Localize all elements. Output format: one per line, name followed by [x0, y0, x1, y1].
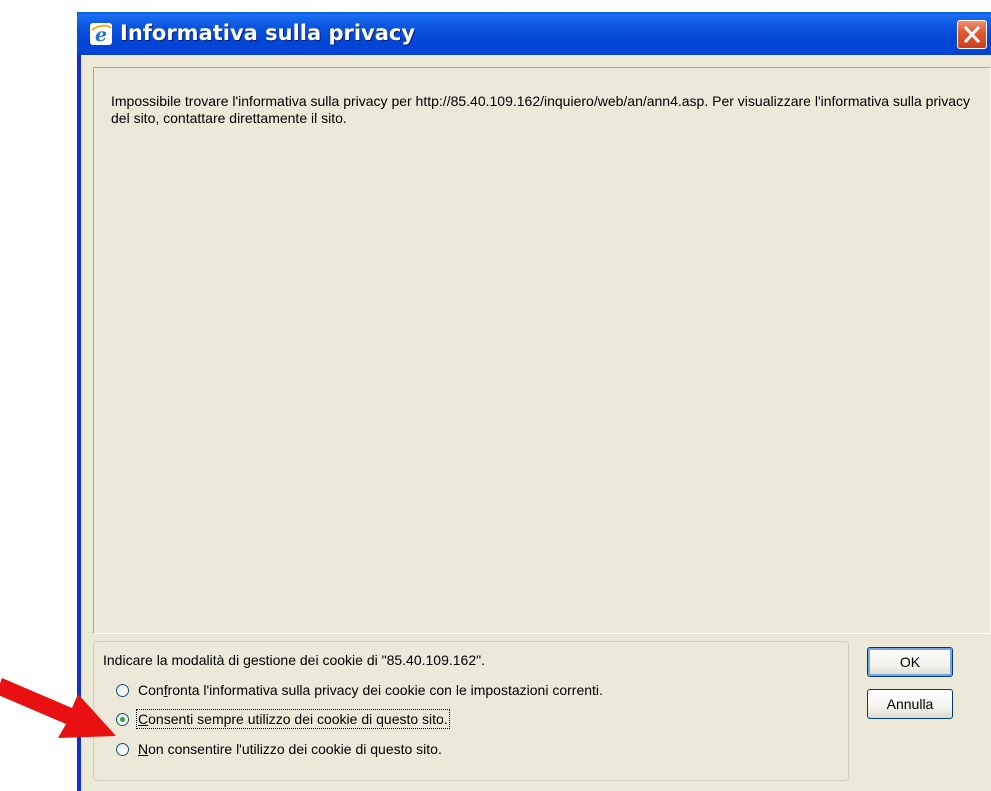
radio-label-compare-rest: l'informativa sulla privacy dei cookie c…	[199, 682, 603, 698]
radio-label-compare: Confronta l'informativa sulla privacy de…	[138, 682, 603, 698]
radio-compare-policy[interactable]: Confronta l'informativa sulla privacy de…	[116, 679, 603, 701]
close-button[interactable]	[957, 20, 987, 49]
radio-label-never-allow: Non consentire l'utilizzo dei cookie di …	[138, 741, 442, 757]
cookie-prompt-label: Indicare la modalità di gestione dei coo…	[103, 652, 485, 668]
title-bar[interactable]: e Informativa sulla privacy	[77, 12, 991, 55]
privacy-statement-panel[interactable]: Impossibile trovare l'informativa sulla …	[93, 67, 991, 634]
radio-never-allow[interactable]: Non consentire l'utilizzo dei cookie di …	[116, 738, 442, 760]
close-icon	[963, 25, 981, 44]
privacy-message: Impossibile trovare l'informativa sulla …	[111, 93, 970, 126]
dialog-body: Impossibile trovare l'informativa sulla …	[81, 55, 991, 791]
cancel-button[interactable]: Annulla	[867, 689, 953, 719]
radio-always-allow[interactable]: Consenti sempre utilizzo dei cookie di q…	[116, 708, 450, 730]
privacy-dialog-window: e Informativa sulla privacy Impossibile …	[77, 12, 991, 791]
radio-label-always-allow: Consenti sempre utilizzo dei cookie di q…	[136, 709, 450, 729]
window-title: Informativa sulla privacy	[120, 21, 416, 45]
ok-button[interactable]: OK	[867, 647, 953, 677]
red-arrow-icon	[0, 678, 116, 738]
internet-explorer-icon: e	[90, 23, 112, 46]
